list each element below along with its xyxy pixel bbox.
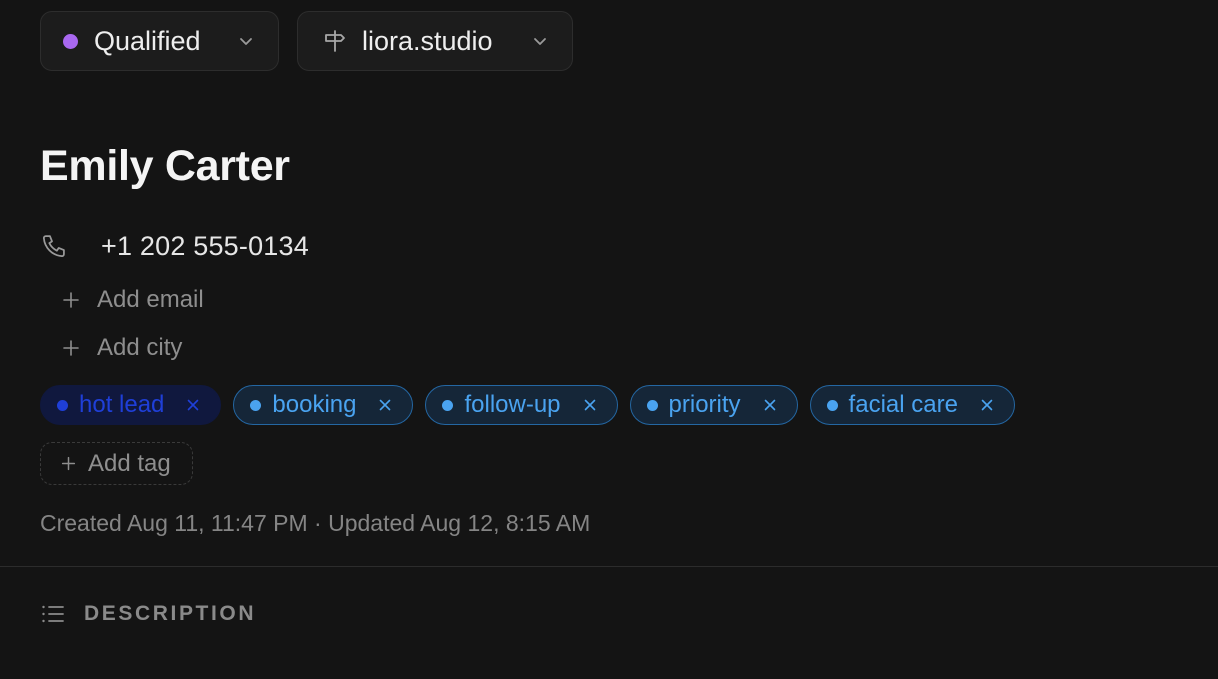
description-section-header[interactable]: DESCRIPTION xyxy=(40,601,256,627)
remove-tag-icon[interactable] xyxy=(763,398,777,412)
add-email-label: Add email xyxy=(97,286,204,313)
tag-list: hot lead booking follow-up priority faci… xyxy=(40,385,1015,425)
status-dropdown[interactable]: Qualified xyxy=(40,11,279,71)
tag-label: hot lead xyxy=(79,391,165,418)
tag-facial-care[interactable]: facial care xyxy=(809,385,1015,425)
phone-number: +1 202 555-0134 xyxy=(101,230,309,261)
list-icon xyxy=(42,605,64,623)
tag-dot xyxy=(442,399,454,411)
tag-booking[interactable]: booking xyxy=(233,385,414,425)
site-label: liora.studio xyxy=(362,25,493,56)
contact-header-controls: Qualified liora.studio xyxy=(40,11,573,71)
tag-label: follow-up xyxy=(464,391,561,418)
chevron-down-icon xyxy=(240,38,252,45)
status-dot xyxy=(63,33,78,49)
add-tag-label: Add tag xyxy=(88,449,171,477)
tag-label: facial care xyxy=(848,391,958,418)
plus-icon xyxy=(63,292,79,308)
tag-label: booking xyxy=(272,391,357,418)
chevron-down-icon xyxy=(534,38,546,45)
add-email-button[interactable]: Add email xyxy=(62,286,204,314)
tag-follow-up[interactable]: follow-up xyxy=(425,385,618,425)
plus-icon xyxy=(61,456,76,471)
add-city-label: Add city xyxy=(97,334,183,361)
tag-dot xyxy=(250,399,262,411)
tag-priority[interactable]: priority xyxy=(629,385,798,425)
site-dropdown[interactable]: liora.studio xyxy=(297,11,573,71)
tag-dot xyxy=(646,399,658,411)
remove-tag-icon[interactable] xyxy=(186,398,200,412)
tag-label: priority xyxy=(668,391,741,418)
status-label: Qualified xyxy=(94,25,201,56)
timestamps: Created Aug 11, 11:47 PM · Updated Aug 1… xyxy=(40,510,591,536)
tag-hot-lead[interactable]: hot lead xyxy=(40,385,222,425)
divider xyxy=(0,566,1218,567)
tag-dot xyxy=(826,399,838,411)
remove-tag-icon[interactable] xyxy=(980,398,994,412)
plus-icon xyxy=(63,340,79,356)
contact-name[interactable]: Emily Carter xyxy=(40,142,290,191)
remove-tag-icon[interactable] xyxy=(378,398,392,412)
phone-icon xyxy=(42,235,65,258)
tag-dot xyxy=(57,399,68,411)
signpost-icon xyxy=(325,30,345,52)
contact-detail-page: Qualified liora.studio Emily Carter +1 2… xyxy=(0,0,1218,679)
remove-tag-icon[interactable] xyxy=(583,398,597,412)
phone-row[interactable]: +1 202 555-0134 xyxy=(40,226,309,266)
add-tag-button[interactable]: Add tag xyxy=(40,442,193,485)
add-city-button[interactable]: Add city xyxy=(62,334,182,362)
section-title: DESCRIPTION xyxy=(84,602,257,625)
